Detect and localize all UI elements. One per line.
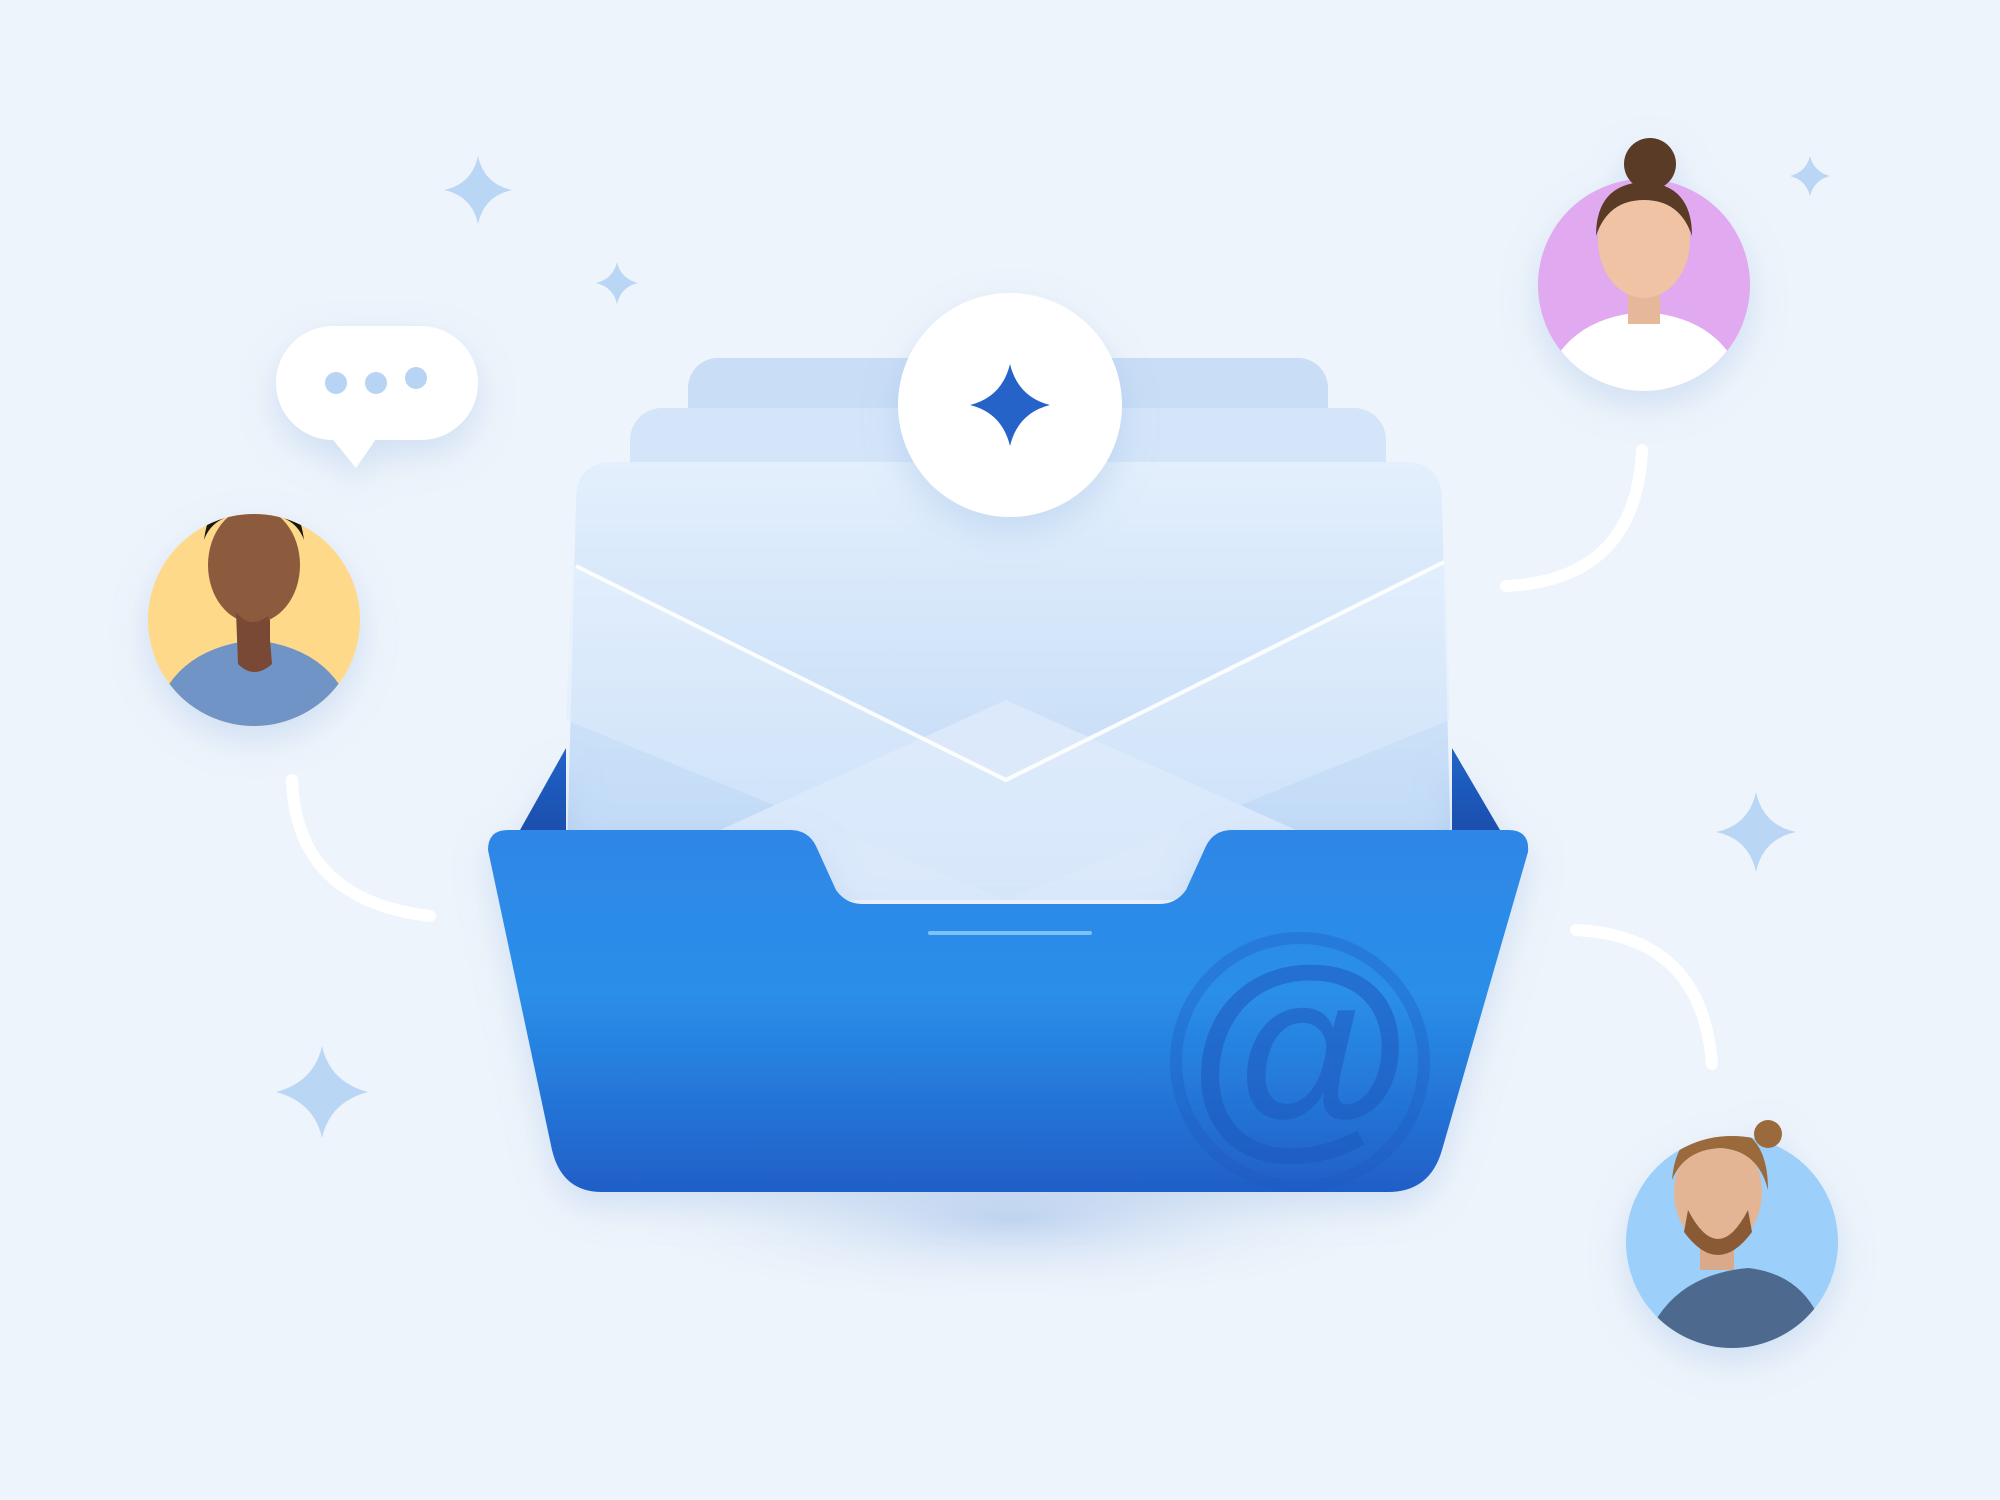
avatar bbox=[1538, 138, 1750, 391]
sparkle-badge bbox=[898, 293, 1122, 517]
chat-bubble-icon bbox=[276, 326, 478, 468]
sparkle-icon bbox=[276, 1046, 368, 1138]
sparkle-icon bbox=[1716, 792, 1796, 872]
avatar bbox=[148, 514, 360, 726]
connector-arc-left bbox=[286, 774, 436, 922]
at-sign-icon: @ bbox=[1170, 920, 1430, 1192]
sparkle-icon bbox=[1790, 156, 1830, 196]
at-sign-glyph: @ bbox=[1188, 920, 1412, 1177]
connector-arc-bottom-right bbox=[1570, 924, 1718, 1070]
avatar bbox=[1626, 1120, 1838, 1348]
connector-arc-top-right bbox=[1500, 444, 1648, 592]
sparkle-icon bbox=[596, 262, 638, 304]
email-inbox-illustration: @ bbox=[148, 138, 1838, 1348]
sparkle-icon bbox=[444, 156, 512, 224]
